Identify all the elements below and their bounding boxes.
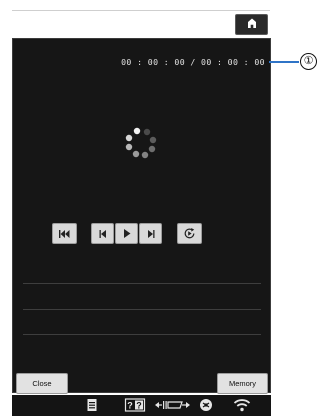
next-button[interactable] — [139, 223, 162, 244]
skip-back-button[interactable] — [52, 223, 77, 244]
status-bar: ? ? — [12, 395, 271, 416]
top-divider — [12, 10, 270, 11]
svg-text:?: ? — [136, 401, 142, 411]
loading-spinner-icon — [125, 127, 157, 159]
info-line-2 — [23, 309, 261, 310]
play-button[interactable] — [115, 223, 138, 244]
previous-icon — [99, 229, 107, 238]
previous-button[interactable] — [91, 223, 114, 244]
needle-position-icon[interactable] — [155, 398, 191, 417]
memory-button[interactable]: Memory — [217, 373, 268, 394]
callout-line — [269, 61, 299, 63]
callout-number: ① — [300, 53, 317, 70]
video-screen: 00 : 00 : 00 / 00 : 00 : 00 Close Memory — [12, 38, 271, 394]
help-icon[interactable]: ? ? — [124, 398, 146, 417]
next-icon — [147, 229, 155, 238]
home-icon — [246, 16, 258, 34]
play-icon — [123, 229, 131, 238]
svg-text:?: ? — [127, 401, 133, 411]
timecode-display: 00 : 00 : 00 / 00 : 00 : 00 — [121, 57, 265, 67]
repeat-button[interactable] — [177, 223, 202, 244]
document-icon[interactable] — [86, 398, 98, 417]
repeat-play-icon — [183, 227, 196, 240]
thread-spool-icon[interactable] — [199, 398, 213, 417]
info-line-3 — [23, 334, 261, 335]
close-button[interactable]: Close — [16, 373, 68, 394]
wifi-icon[interactable] — [233, 398, 251, 417]
skip-to-start-icon — [58, 229, 71, 238]
home-button[interactable] — [235, 14, 268, 35]
info-line-1 — [23, 283, 261, 284]
